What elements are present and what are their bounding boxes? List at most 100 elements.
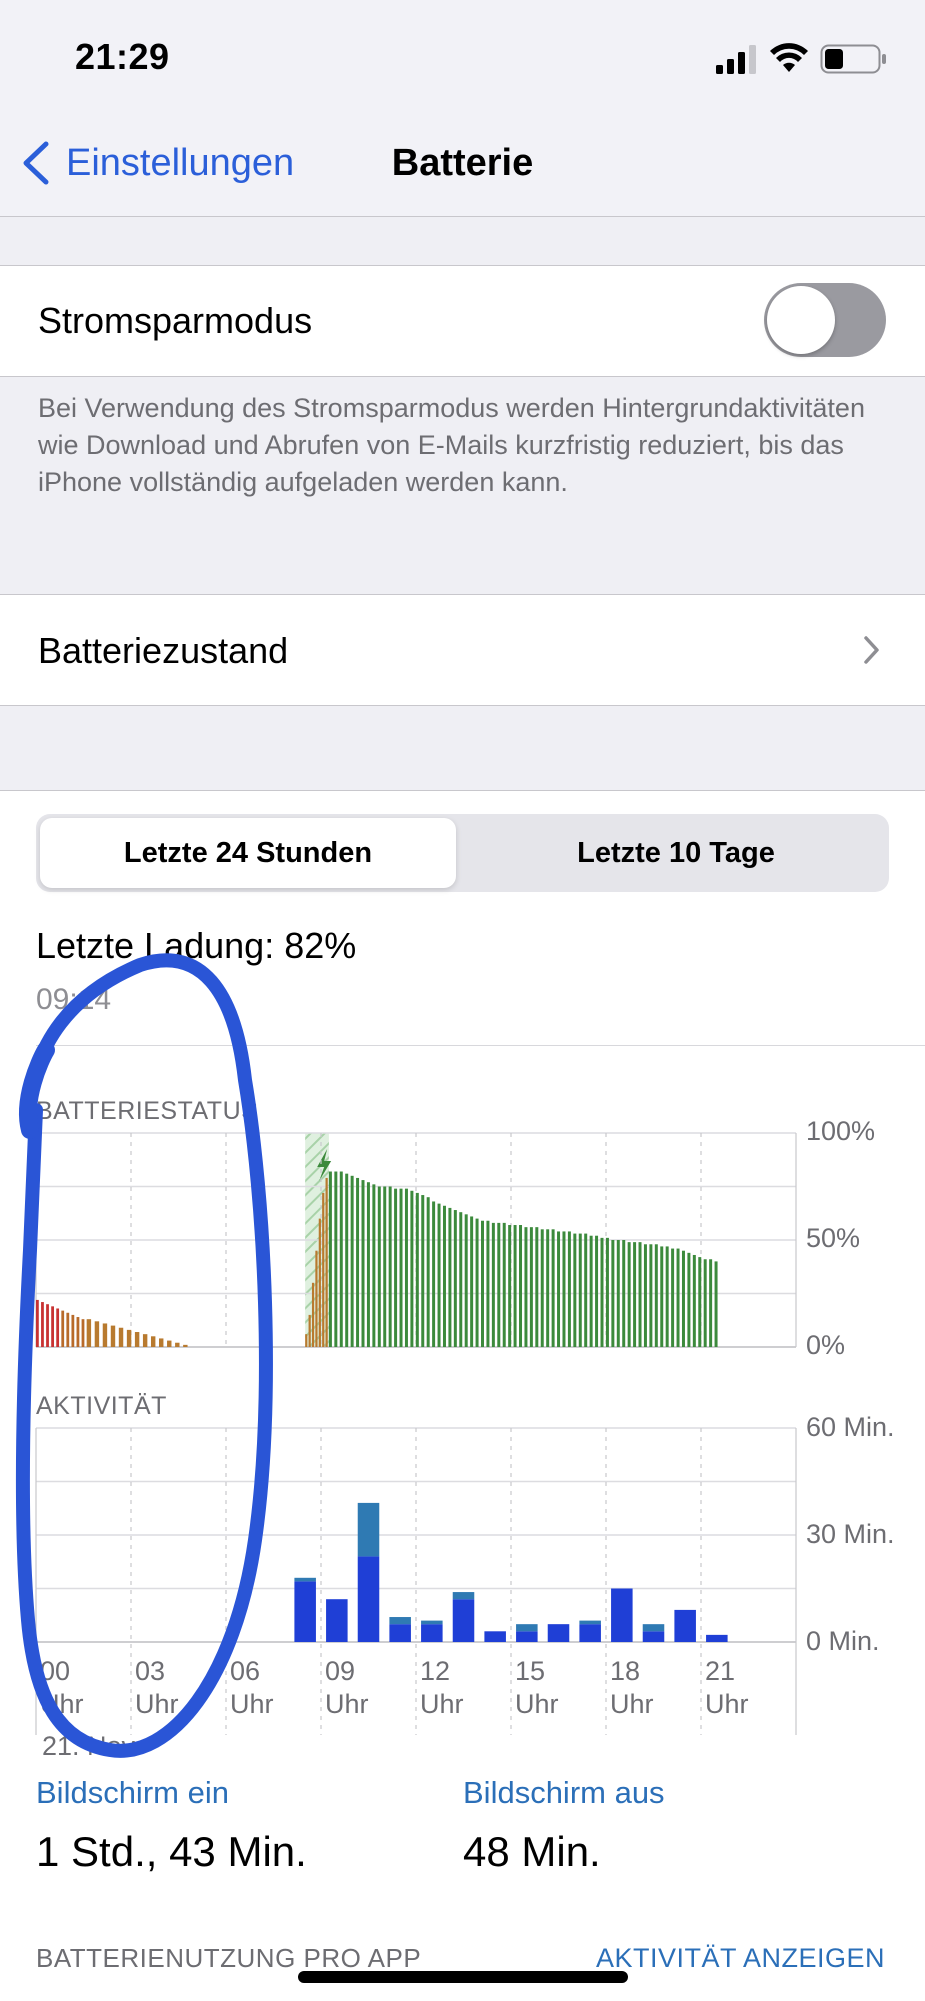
battery-level-bar [410, 1190, 414, 1347]
battery-level-bar [56, 1308, 60, 1347]
battery-level-bar [421, 1195, 425, 1347]
battery-level-bar [654, 1244, 658, 1347]
status-time: 21:29 [75, 36, 170, 77]
battery-level-bar [714, 1261, 718, 1347]
x-tick-unit: Uhr [135, 1689, 179, 1719]
battery-level-bar [551, 1229, 555, 1347]
battery-level-bar [616, 1240, 620, 1347]
x-tick-unit: Uhr [40, 1689, 84, 1719]
battery-level-bar [36, 1299, 39, 1347]
battery-level-bar [486, 1220, 490, 1347]
battery-level-bar [328, 1171, 332, 1347]
battery-level-bar [305, 1334, 308, 1347]
x-tick-label: 15 Uhr [515, 1655, 575, 1721]
battery-level-bar [692, 1254, 696, 1347]
segment-10d[interactable]: Letzte 10 Tage [466, 814, 886, 892]
low-power-label: Stromsparmodus [38, 300, 313, 341]
chevron-right-icon [864, 636, 879, 664]
battery-level-bar [394, 1188, 398, 1347]
battery-level-bar [622, 1240, 626, 1347]
battery-level-bar [643, 1244, 647, 1347]
x-tick-hour: 00 [40, 1656, 71, 1686]
battery-level-bar [557, 1231, 561, 1347]
screen-on-value: 1 Std., 43 Min. [36, 1828, 307, 1875]
battery-level-bar [366, 1182, 370, 1347]
activity-bar-screen-off [516, 1624, 538, 1632]
x-tick-unit: Uhr [610, 1689, 654, 1719]
activity-bar-screen-off [452, 1592, 475, 1600]
battery-level-bar [649, 1244, 653, 1347]
x-tick-label: 18 Uhr [610, 1655, 670, 1721]
show-activity-link[interactable]: AKTIVITÄT ANZEIGEN [596, 1943, 885, 1974]
low-power-description: Bei Verwendung des Stromsparmodus werden… [38, 393, 865, 497]
battery-level-bar [605, 1237, 609, 1347]
battery-level-bar [61, 1310, 65, 1347]
screen-off-label: Bildschirm aus [463, 1775, 665, 1810]
activity-bar-screen-on [326, 1599, 348, 1642]
battery-level-bar [318, 1218, 321, 1347]
battery-level-bar [627, 1242, 631, 1347]
activity-bar-screen-on [389, 1624, 411, 1642]
battery-level-bar [81, 1319, 85, 1347]
battery-level-bar [142, 1334, 148, 1347]
battery-level-bar [676, 1248, 680, 1347]
x-tick-label: 12 Uhr [420, 1655, 480, 1721]
battery-level-bar [388, 1186, 392, 1347]
x-tick-hour: 03 [135, 1656, 166, 1686]
battery-level-bar [167, 1340, 172, 1347]
battery-icon [820, 44, 886, 74]
divider [36, 1045, 925, 1046]
battery-level-bar [481, 1220, 484, 1347]
battery-y-label-50: 50% [806, 1223, 861, 1253]
battery-level-bar [126, 1329, 132, 1347]
x-tick-label: 00 Uhr [40, 1655, 100, 1721]
activity-bar-screen-on [452, 1599, 475, 1642]
battery-level-bar [442, 1205, 446, 1347]
battery-level-bar [709, 1259, 713, 1347]
battery-level-bar [345, 1173, 349, 1347]
battery-level-bar [513, 1225, 517, 1347]
home-indicator[interactable] [298, 1971, 628, 1983]
activity-bar-screen-on [674, 1609, 696, 1642]
battery-level-bar [183, 1344, 188, 1347]
screen-on-label: Bildschirm ein [36, 1775, 229, 1810]
time-range-segmented-control: Letzte 24 Stunden Letzte 10 Tage [36, 814, 889, 892]
app-usage-heading: BATTERIENUTZUNG PRO APP [36, 1943, 422, 1973]
x-tick-hour: 18 [610, 1656, 641, 1686]
activity-bar-screen-on [547, 1624, 570, 1642]
battery-level-bar [459, 1212, 463, 1347]
battery-level-bar [94, 1321, 100, 1347]
x-tick-hour: 09 [325, 1656, 356, 1686]
battery-level-bar [453, 1210, 457, 1347]
battery-level-bar [633, 1242, 637, 1347]
battery-level-bar [415, 1192, 419, 1347]
activity-bar-screen-on [611, 1588, 633, 1642]
battery-level-bar [540, 1229, 544, 1347]
battery-level-bar [491, 1222, 495, 1347]
x-tick-unit: Uhr [230, 1689, 274, 1719]
battery-level-bar [600, 1237, 604, 1347]
battery-level-bar [51, 1306, 54, 1347]
activity-bar-screen-on [516, 1631, 538, 1642]
battery-level-bar [46, 1304, 49, 1347]
activity-y-label-30: 30 Min. [806, 1519, 895, 1549]
activity-bar-screen-off [579, 1620, 601, 1625]
battery-level-bar [638, 1242, 642, 1347]
battery-level-bar [110, 1325, 116, 1347]
segment-24h[interactable]: Letzte 24 Stunden [40, 814, 456, 892]
x-tick-label: 03 Uhr [135, 1655, 195, 1721]
low-power-toggle[interactable] [764, 283, 886, 357]
battery-level-bar [322, 1192, 325, 1347]
battery-level-bar [383, 1186, 387, 1347]
battery-level-bar [399, 1188, 403, 1347]
activity-bar-screen-on [421, 1624, 443, 1642]
activity-bar-screen-on [484, 1631, 506, 1642]
battery-level-bar [350, 1175, 354, 1347]
battery-level-bar [595, 1235, 599, 1347]
last-charge-time: 09:14 [36, 983, 112, 1016]
battery-level-bar [584, 1233, 588, 1347]
battery-level-bar [159, 1338, 164, 1347]
x-tick-unit: Uhr [705, 1689, 749, 1719]
battery-level-bar [529, 1227, 533, 1347]
battery-y-label-100: 100% [806, 1116, 876, 1146]
